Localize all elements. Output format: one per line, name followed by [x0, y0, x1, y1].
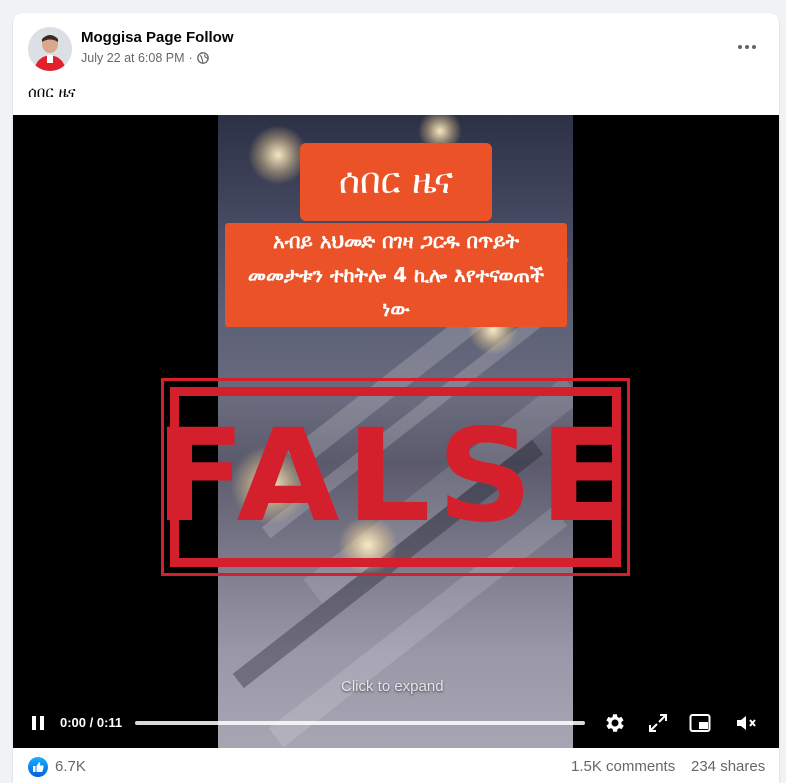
- video-player[interactable]: ሰበር ዜና አብይ አህመድ በገዛ ጋርዱ በጥይት መመታቱን ተከትሎ …: [13, 115, 779, 748]
- post-timestamp[interactable]: July 22 at 6:08 PM: [81, 51, 185, 65]
- pause-icon[interactable]: [30, 715, 46, 731]
- post-header: Moggisa Page Follow July 22 at 6:08 PM ·: [13, 13, 779, 79]
- stamp-text: FALSE: [154, 402, 637, 551]
- post-card: Moggisa Page Follow July 22 at 6:08 PM ·…: [13, 13, 779, 783]
- comments-count[interactable]: 1.5K comments: [571, 758, 675, 775]
- false-stamp: FALSE: [155, 378, 630, 576]
- post-meta: July 22 at 6:08 PM ·: [81, 51, 209, 65]
- video-banner-text: አብይ አህመድ በገዛ ጋርዱ በጥይት መመታቱን ተከትሎ 4 ኪሎ እየ…: [225, 223, 567, 327]
- video-controls: 0:00 / 0:11: [13, 705, 779, 741]
- globe-icon: [196, 52, 209, 64]
- video-banner-title: ሰበር ዜና: [300, 143, 492, 221]
- muted-speaker-icon[interactable]: [733, 711, 759, 735]
- reaction-count[interactable]: 6.7K: [55, 758, 86, 775]
- gear-icon[interactable]: [602, 711, 628, 735]
- post-caption: ሰበር ዜና: [28, 83, 76, 101]
- video-time: 0:00 / 0:11: [60, 715, 123, 730]
- more-options-icon[interactable]: [729, 35, 765, 59]
- expand-icon[interactable]: [645, 711, 671, 735]
- picture-in-picture-icon[interactable]: [687, 711, 713, 735]
- post-footer: 6.7K 1.5K comments 234 shares: [13, 748, 779, 783]
- author-name[interactable]: Moggisa Page Follow: [81, 29, 234, 46]
- click-to-expand[interactable]: Click to expand: [341, 678, 444, 695]
- meta-separator: ·: [188, 51, 193, 65]
- seek-bar[interactable]: [135, 721, 585, 725]
- like-icon[interactable]: [28, 757, 48, 777]
- shares-count[interactable]: 234 shares: [691, 758, 765, 775]
- avatar[interactable]: [28, 27, 72, 71]
